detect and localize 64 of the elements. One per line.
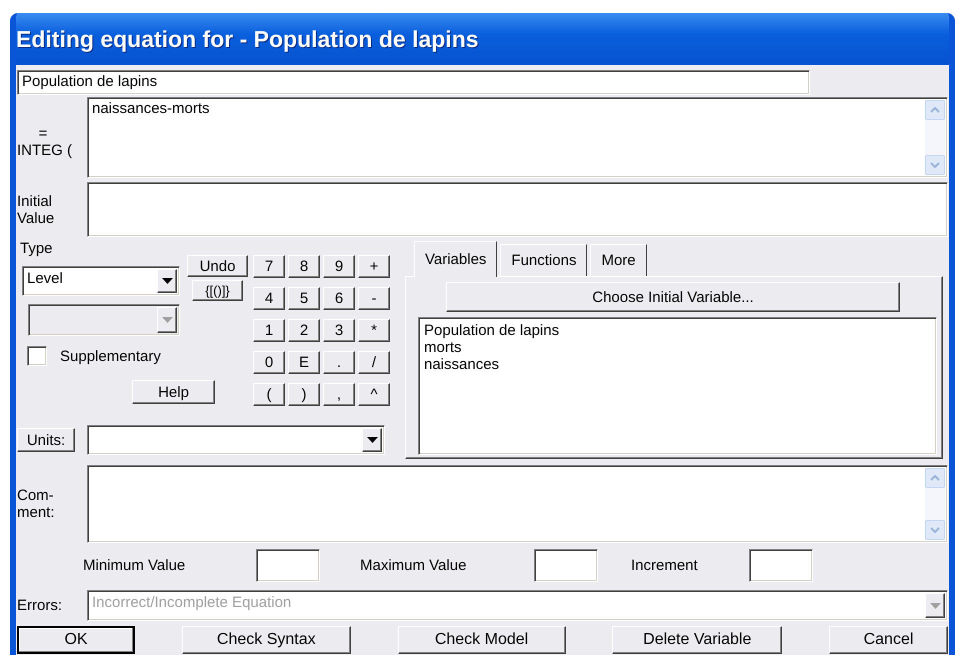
range-input[interactable] [256,549,320,582]
keypad-key[interactable]: 8 [288,255,320,278]
choose-variable-button[interactable]: Choose Initial Variable... [446,282,900,312]
keypad-key[interactable]: 4 [253,287,285,310]
chevron-down-icon [930,162,940,168]
dialog-button[interactable]: Check Model [398,626,566,654]
initial-value-label: Initial Value [17,192,56,226]
dialog-button[interactable]: Cancel [829,626,948,654]
type-label: Type [20,240,53,257]
brackets-button[interactable]: {[()]} [192,280,243,301]
keypad-key[interactable]: 2 [288,319,320,342]
keypad-key[interactable]: 3 [323,319,355,342]
keypad-key[interactable]: + [358,255,390,278]
type-dropdown[interactable]: Level [22,266,180,296]
errors-label: Errors: [17,597,63,614]
keypad-key[interactable]: 5 [288,287,320,310]
equation-label: = INTEG ( [17,124,73,158]
help-button[interactable]: Help [132,380,215,404]
dropdown-button[interactable] [157,269,177,293]
keypad-key[interactable]: , [323,383,355,406]
range-label: Minimum Value [83,557,186,574]
keypad-key[interactable]: 1 [253,319,285,342]
tab[interactable]: Functions [500,244,588,276]
keypad-key[interactable]: . [323,351,355,374]
variable-item[interactable]: morts [424,339,462,356]
undo-button[interactable]: Undo [187,255,248,277]
range-label: Increment [631,557,699,574]
checkbox-label: Supplementary [60,348,161,364]
keypad-key[interactable]: 0 [253,351,285,374]
window-title: Editing equation for - Population de lapins [16,26,479,52]
units-button[interactable]: Units: [17,428,75,452]
keypad-key[interactable]: E [288,351,320,374]
initial-value-field[interactable] [87,182,948,237]
dropdown-button[interactable] [362,428,382,452]
variable-item[interactable]: naissances [424,356,500,373]
tab[interactable]: Variables [414,241,498,277]
caret-icon [162,278,172,284]
range-input[interactable] [749,549,813,582]
keypad-key[interactable]: 9 [323,255,355,278]
name-field[interactable]: Population de lapins [17,70,810,95]
chevron-up-icon [930,107,940,113]
range-input[interactable] [534,549,598,582]
units-dropdown[interactable] [87,425,385,455]
chevron-up-icon [930,475,940,481]
caret-icon [162,317,172,323]
dialog-button[interactable]: Check Syntax [182,626,351,654]
dialog-button[interactable]: OK [17,626,135,654]
comment-label: Com- ment: [17,487,56,521]
keypad-key[interactable]: / [358,351,390,374]
tab[interactable]: More [590,244,647,276]
keypad-key[interactable]: - [358,287,390,310]
keypad-key[interactable]: ^ [358,383,390,406]
caret-icon [930,602,940,608]
dialog-button[interactable]: Delete Variable [612,626,782,654]
keypad-key[interactable]: ) [288,383,320,406]
keypad-key[interactable]: * [358,319,390,342]
checkbox[interactable] [27,346,47,366]
variable-item[interactable]: Population de lapins [424,322,560,339]
keypad-key[interactable]: ( [253,383,285,406]
keypad-key[interactable]: 7 [253,255,285,278]
chevron-down-icon [930,527,940,533]
caret-icon [366,437,378,443]
range-label: Maximum Value [360,557,468,574]
keypad-key[interactable]: 6 [323,287,355,310]
